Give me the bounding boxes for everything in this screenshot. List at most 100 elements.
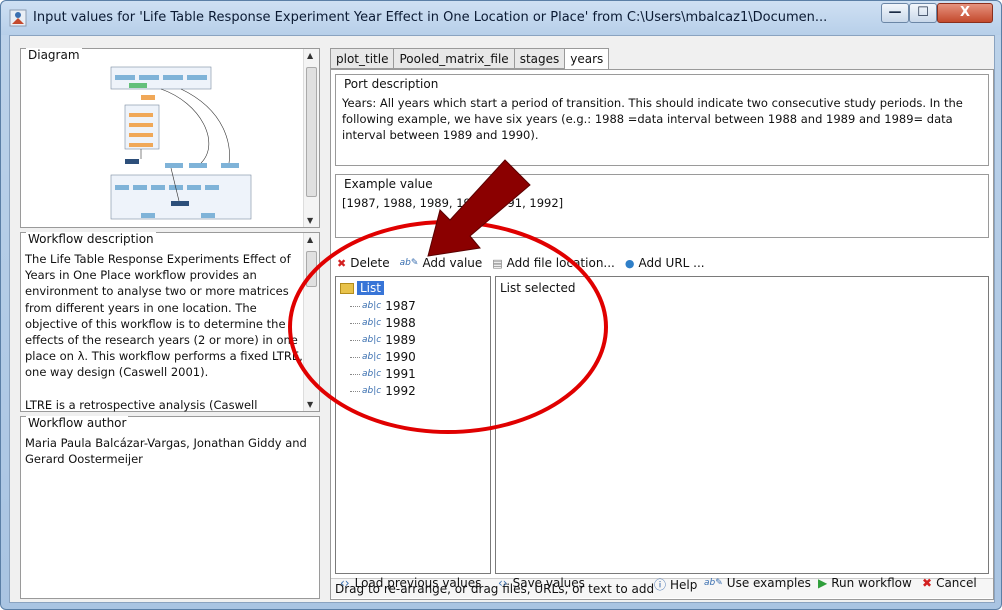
scroll-thumb[interactable] bbox=[306, 67, 317, 197]
example-value-text: [1987, 1988, 1989, 1990, 1991, 1992] bbox=[342, 196, 564, 210]
delete-label: Delete bbox=[350, 256, 390, 270]
play-icon: ▶ bbox=[818, 576, 828, 590]
title-bar[interactable]: Input values for 'Life Table Response Ex… bbox=[1, 1, 1001, 35]
workflow-diagram-thumbnail[interactable] bbox=[81, 63, 261, 225]
folder-icon bbox=[340, 282, 354, 294]
diagram-panel: Diagram ▲ ▼ bbox=[20, 48, 320, 228]
add-file-location-button[interactable]: ▤ Add file location... bbox=[492, 256, 615, 270]
scroll-up-icon[interactable]: ▲ bbox=[307, 235, 313, 244]
diagram-scrollbar[interactable]: ▲ ▼ bbox=[303, 49, 319, 227]
use-examples-icon: ab✎ bbox=[704, 578, 723, 588]
load-previous-values-label: Load previous values bbox=[354, 576, 482, 590]
maximize-icon: ☐ bbox=[917, 5, 929, 20]
scroll-down-icon[interactable]: ▼ bbox=[307, 216, 313, 225]
tree-connector bbox=[350, 373, 360, 375]
load-previous-values-button[interactable]: ‹› Load previous values bbox=[340, 576, 481, 590]
add-value-icon: ab✎ bbox=[399, 258, 419, 268]
tab-pooled-matrix-file[interactable]: Pooled_matrix_file bbox=[393, 48, 515, 69]
years-tab-content: Port description Years: All years which … bbox=[330, 69, 994, 600]
workflow-description-panel: Workflow description The Life Table Resp… bbox=[20, 232, 320, 412]
tree-connector bbox=[350, 356, 360, 358]
list-item-label: 1992 bbox=[385, 384, 416, 398]
tree-connector bbox=[350, 305, 360, 307]
delete-button[interactable]: ✖ Delete bbox=[337, 256, 390, 270]
text-value-icon: ab|c bbox=[362, 335, 382, 345]
value-list-tree[interactable]: List ab|c 1987 ab|c 1988 ab|c 1989 ab|c 1990… bbox=[335, 276, 491, 574]
port-tabs: plot_title Pooled_matrix_file stages yea… bbox=[330, 48, 610, 70]
workflow-description-paragraph-2: LTRE is a retrospective analysis (Caswel… bbox=[25, 397, 258, 412]
example-value-legend: Example value bbox=[342, 177, 435, 191]
list-item-label: 1989 bbox=[385, 333, 416, 347]
list-item-label: 1991 bbox=[385, 367, 416, 381]
use-examples-button[interactable]: ab✎ Use examples bbox=[704, 576, 811, 590]
list-item[interactable]: ab|c 1987 bbox=[350, 299, 416, 313]
text-value-icon: ab|c bbox=[362, 301, 382, 311]
list-item[interactable]: ab|c 1988 bbox=[350, 316, 416, 330]
add-url-label: Add URL ... bbox=[638, 256, 705, 270]
workflow-author-text: Maria Paula Balcázar-Vargas, Jonathan Gi… bbox=[25, 436, 307, 467]
minimize-icon: — bbox=[888, 5, 902, 20]
text-value-icon: ab|c bbox=[362, 386, 382, 396]
list-item[interactable]: ab|c 1991 bbox=[350, 367, 416, 381]
port-description-box: Port description Years: All years which … bbox=[335, 74, 989, 166]
list-toolbar: ✖ Delete ab✎ Add value ▤ Add file locati… bbox=[331, 252, 993, 274]
use-examples-label: Use examples bbox=[726, 576, 811, 590]
scroll-down-icon[interactable]: ▼ bbox=[307, 400, 313, 409]
cancel-label: Cancel bbox=[936, 576, 977, 590]
workflow-author-panel: Workflow author Maria Paula Balcázar-Var… bbox=[20, 416, 320, 599]
close-icon: X bbox=[959, 5, 971, 20]
detail-status-text: List selected bbox=[500, 281, 576, 295]
tree-connector bbox=[350, 322, 360, 324]
workflow-description-paragraph: The Life Table Response Experiments Effe… bbox=[25, 252, 303, 380]
taverna-app-icon bbox=[9, 9, 27, 27]
list-root-label: List bbox=[357, 281, 384, 295]
maximize-button[interactable]: ☐ bbox=[909, 3, 937, 23]
scroll-up-icon[interactable]: ▲ bbox=[307, 51, 313, 60]
scroll-thumb[interactable] bbox=[306, 251, 317, 287]
save-values-button[interactable]: ‹› Save values bbox=[498, 576, 585, 590]
description-scrollbar[interactable]: ▲ ▼ bbox=[303, 233, 319, 411]
info-icon: ⓘ bbox=[654, 578, 667, 592]
workflow-author-legend: Workflow author bbox=[26, 416, 129, 430]
port-description-legend: Port description bbox=[342, 77, 441, 91]
list-item-label: 1988 bbox=[385, 316, 416, 330]
list-root-node[interactable]: List bbox=[340, 281, 384, 295]
add-value-button[interactable]: ab✎ Add value bbox=[400, 256, 483, 270]
globe-icon: ● bbox=[624, 256, 635, 270]
tree-connector bbox=[350, 339, 360, 341]
run-workflow-button[interactable]: ▶ Run workflow bbox=[818, 576, 912, 590]
dialog-client-area: Diagram ▲ ▼ Workflow description The Lif… bbox=[9, 35, 995, 603]
workflow-description-text: The Life Table Response Experiments Effe… bbox=[25, 251, 310, 413]
help-label: Help bbox=[670, 577, 698, 592]
diagram-legend: Diagram bbox=[26, 48, 82, 62]
add-url-button[interactable]: ● Add URL ... bbox=[625, 256, 705, 270]
file-icon: ▤ bbox=[492, 256, 503, 270]
add-file-location-label: Add file location... bbox=[506, 256, 615, 270]
delete-icon: ✖ bbox=[337, 256, 347, 270]
text-value-icon: ab|c bbox=[362, 318, 382, 328]
close-button[interactable]: X bbox=[937, 3, 993, 23]
list-item[interactable]: ab|c 1990 bbox=[350, 350, 416, 364]
cancel-button[interactable]: ✖ Cancel bbox=[922, 576, 977, 590]
tab-plot-title[interactable]: plot_title bbox=[330, 48, 395, 69]
list-item-label: 1987 bbox=[385, 299, 416, 313]
tab-stages[interactable]: stages bbox=[513, 48, 566, 69]
arrows-icon: ‹› bbox=[498, 576, 508, 590]
save-values-label: Save values bbox=[512, 576, 585, 590]
list-item[interactable]: ab|c 1992 bbox=[350, 384, 416, 398]
minimize-button[interactable]: — bbox=[881, 3, 909, 23]
arrows-icon: ‹› bbox=[340, 576, 350, 590]
tree-connector bbox=[350, 390, 360, 392]
port-description-text: Years: All years which start a period of… bbox=[342, 96, 963, 142]
list-item-label: 1990 bbox=[385, 350, 416, 364]
add-value-label: Add value bbox=[422, 256, 483, 270]
cancel-icon: ✖ bbox=[922, 576, 933, 590]
text-value-icon: ab|c bbox=[362, 352, 382, 362]
list-item[interactable]: ab|c 1989 bbox=[350, 333, 416, 347]
value-detail-pane[interactable]: List selected bbox=[495, 276, 989, 574]
example-value-box: Example value [1987, 1988, 1989, 1990, 1… bbox=[335, 174, 989, 238]
help-button[interactable]: ⓘ Help bbox=[654, 576, 697, 593]
window-title: Input values for 'Life Table Response Ex… bbox=[33, 10, 828, 25]
tab-years[interactable]: years bbox=[564, 48, 610, 70]
run-workflow-label: Run workflow bbox=[831, 576, 912, 590]
